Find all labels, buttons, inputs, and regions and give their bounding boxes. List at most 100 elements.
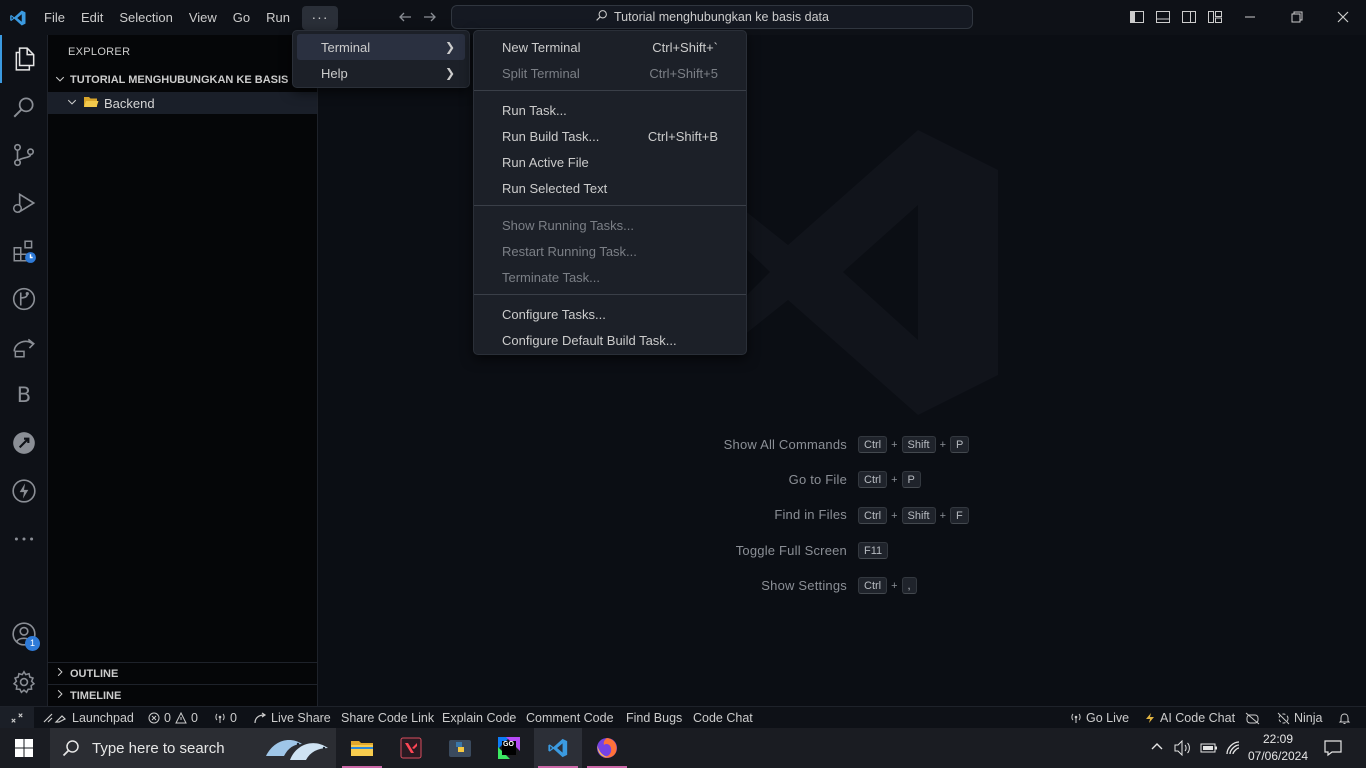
plus: + — [939, 509, 946, 522]
more-views-activity[interactable] — [0, 515, 48, 563]
menu-edit[interactable]: Edit — [73, 0, 111, 35]
menu-selection[interactable]: Selection — [111, 0, 180, 35]
menu-item-new-terminal[interactable]: New Terminal Ctrl+Shift+` — [478, 34, 742, 60]
ports-count: 0 — [230, 711, 237, 725]
copilot-disabled-icon — [1245, 712, 1260, 724]
explain-code-item[interactable]: Explain Code — [442, 707, 516, 729]
forward-arrow-icon[interactable] — [422, 9, 438, 25]
close-icon[interactable] — [1335, 9, 1351, 25]
manage-activity[interactable] — [0, 658, 48, 706]
hint-keys-toggle-full-screen: F11 — [858, 542, 889, 559]
menu-item-label: Restart Running Task... — [502, 243, 637, 259]
toggle-primary-sidebar-icon[interactable] — [1129, 9, 1145, 25]
magnifier-icon — [13, 97, 34, 118]
menu-go[interactable]: Go — [225, 0, 258, 35]
ninja-item[interactable]: Ninja — [1277, 707, 1323, 729]
menu-separator — [474, 90, 746, 91]
hint-label-toggle-full-screen: Toggle Full Screen — [735, 543, 847, 558]
hint-keys-go-to-file: Ctrl + P — [858, 471, 921, 488]
menu-item-run-build-task[interactable]: Run Build Task... Ctrl+Shift+B — [478, 123, 742, 149]
menu-item-label: Split Terminal — [502, 65, 580, 81]
menu-item-run-selected-text[interactable]: Run Selected Text — [478, 175, 742, 201]
toggle-secondary-sidebar-icon[interactable] — [1181, 9, 1197, 25]
copilot-status-item[interactable] — [1245, 707, 1260, 729]
clock[interactable]: 22:09 07/06/2024 — [1246, 731, 1310, 765]
bell-icon — [1338, 712, 1351, 724]
taskbar-app-valorant[interactable] — [387, 728, 435, 768]
menu-more-button[interactable]: ··· — [302, 5, 338, 30]
search-activity[interactable] — [0, 83, 48, 131]
menu-item-run-active-file[interactable]: Run Active File — [478, 149, 742, 175]
toggle-panel-icon[interactable] — [1155, 9, 1171, 25]
launchpad-item[interactable]: Launchpad — [42, 707, 134, 729]
share-code-link-item[interactable]: Share Code Link — [341, 707, 434, 729]
network-button[interactable] — [1225, 740, 1241, 761]
status-bar: Launchpad 0 0 0 Live Share Share Code Li… — [0, 706, 1366, 729]
taskbar-app-firefox[interactable] — [583, 728, 631, 768]
source-control-activity[interactable] — [0, 131, 48, 179]
root-folder-header[interactable]: TUTORIAL MENGHUBUNGKAN KE BASIS DA — [48, 69, 317, 91]
menu-item-configure-tasks[interactable]: Configure Tasks... — [478, 301, 742, 327]
hint-label-show-settings: Show Settings — [761, 578, 847, 593]
outline-label: OUTLINE — [70, 667, 119, 680]
notification-center-button[interactable] — [1324, 739, 1342, 762]
taskbar-app-goland[interactable]: GO — [485, 728, 533, 768]
command-center-search[interactable]: Tutorial menghubungkan ke basis data — [451, 5, 973, 29]
outline-section-header[interactable]: OUTLINE — [48, 662, 317, 684]
plus: + — [939, 438, 946, 451]
menu-file[interactable]: File — [36, 0, 73, 35]
sqltools-activity[interactable] — [0, 419, 48, 467]
run-debug-activity[interactable] — [0, 179, 48, 227]
timeline-section-header[interactable]: TIMELINE — [48, 684, 317, 706]
broadcast-icon — [1071, 713, 1081, 723]
chevron-right-icon — [54, 688, 66, 703]
menu-view[interactable]: View — [181, 0, 225, 35]
menu-item-terminal[interactable]: Terminal ❯ — [297, 34, 465, 60]
go-live-item[interactable]: Go Live — [1070, 707, 1129, 729]
wifi-icon — [1226, 741, 1240, 755]
problems-item[interactable]: 0 0 — [148, 707, 198, 729]
live-share-label: Live Share — [271, 711, 331, 725]
notifications-item[interactable] — [1338, 707, 1351, 729]
live-share-item[interactable]: Live Share — [254, 707, 331, 729]
key: Shift — [901, 507, 936, 524]
restore-icon[interactable] — [1289, 9, 1305, 25]
menu-item-run-task[interactable]: Run Task... — [478, 97, 742, 123]
thunder-client-activity[interactable] — [0, 467, 48, 515]
back-arrow-icon[interactable] — [397, 9, 413, 25]
remote-explorer-activity[interactable] — [0, 323, 48, 371]
menu-item-restart-running-task: Restart Running Task... — [478, 238, 742, 264]
bootstrap-activity[interactable]: B — [0, 371, 48, 419]
menu-item-configure-default-build-task[interactable]: Configure Default Build Task... — [478, 327, 742, 353]
taskbar-app-vscode[interactable] — [534, 728, 582, 768]
comment-code-item[interactable]: Comment Code — [526, 707, 614, 729]
folder-item-backend[interactable]: Backend — [48, 92, 317, 114]
customize-layout-icon[interactable] — [1207, 9, 1223, 25]
explorer-activity[interactable] — [0, 35, 48, 83]
remote-explorer-icon — [13, 338, 35, 358]
menu-item-label: Run Selected Text — [502, 180, 608, 196]
find-bugs-item[interactable]: Find Bugs — [626, 707, 682, 729]
valorant-icon — [400, 737, 422, 759]
show-hidden-icons-button[interactable] — [1150, 740, 1164, 759]
taskbar-search-box[interactable]: Type here to search — [50, 728, 336, 768]
remote-indicator-button[interactable] — [0, 707, 34, 729]
menu-item-split-terminal: Split Terminal Ctrl+Shift+5 — [478, 60, 742, 86]
minimize-icon[interactable] — [1242, 9, 1258, 25]
code-chat-item[interactable]: Code Chat — [693, 707, 753, 729]
git-graph-icon — [12, 287, 36, 311]
taskbar-app-python[interactable] — [436, 728, 484, 768]
firefox-icon — [597, 738, 617, 758]
extensions-activity[interactable] — [0, 227, 48, 275]
start-button[interactable] — [0, 728, 48, 768]
ai-code-chat-item[interactable]: AI Code Chat — [1144, 707, 1235, 729]
menu-run[interactable]: Run — [258, 0, 298, 35]
git-graph-activity[interactable] — [0, 275, 48, 323]
taskbar-file-explorer[interactable] — [338, 728, 386, 768]
menu-item-help[interactable]: Help ❯ — [297, 60, 465, 86]
accounts-activity[interactable]: 1 — [0, 610, 48, 658]
volume-button[interactable] — [1174, 739, 1192, 761]
gear-icon — [12, 670, 36, 694]
battery-button[interactable] — [1200, 741, 1218, 760]
ports-item[interactable]: 0 — [214, 707, 237, 729]
